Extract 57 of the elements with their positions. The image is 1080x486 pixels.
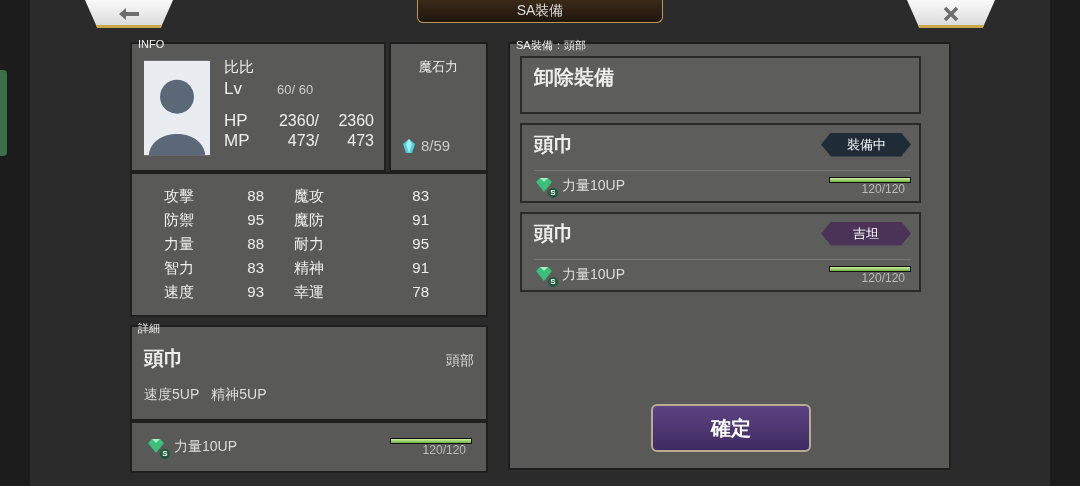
stat-value: 2360/ <box>277 112 319 130</box>
slot-label: 頭部 <box>446 352 474 370</box>
stat-value: 83 <box>246 259 264 278</box>
stat-value: 78 <box>411 283 429 302</box>
magicite-title: 魔石力 <box>419 58 458 76</box>
screen-title: SA裝備 <box>516 2 564 20</box>
equipment-card[interactable]: 頭巾 裝備中 S 力量10UP 120/120 <box>520 123 921 203</box>
stat-value: 93 <box>246 283 264 302</box>
avatar-icon <box>144 58 210 158</box>
stat-label: Lv <box>224 79 243 99</box>
stat-label: 智力 <box>164 259 195 278</box>
item-name: 頭巾 <box>534 132 574 157</box>
stat-label: 防禦 <box>164 211 195 230</box>
item-name: 頭巾 <box>144 346 184 371</box>
magicite-value: 8/59 <box>421 137 451 154</box>
equipment-card[interactable]: 頭巾 吉坦 S 力量10UP 120/120 <box>520 212 921 292</box>
stat-label: 耐力 <box>294 235 325 254</box>
owner-tag: 吉坦 <box>821 221 911 246</box>
panel-label: INFO <box>138 38 165 50</box>
stat-value: 88 <box>246 235 264 254</box>
stat-label: 速度 <box>164 283 195 302</box>
stat-value: 473/ <box>286 132 319 150</box>
ability-text: 力量10UP <box>174 438 239 456</box>
level-value: 60/ 60 <box>277 82 314 97</box>
stat-value: 91 <box>411 259 429 278</box>
stat-value: 95 <box>411 235 429 254</box>
ability-text: 力量10UP <box>562 266 627 284</box>
panel-label: 詳細 <box>138 321 160 336</box>
gauge-reading: 120/120 <box>861 272 905 284</box>
stat-label: HP <box>224 111 249 131</box>
stat-value: 88 <box>246 187 264 206</box>
stat-label: 幸運 <box>294 283 325 302</box>
stat-value: 2360 <box>337 112 374 130</box>
stat-value: 473 <box>346 132 374 150</box>
crystal-icon <box>401 137 417 154</box>
stat-value: 95 <box>246 211 264 230</box>
gauge-reading: 120/120 <box>422 444 466 456</box>
stat-label: 魔防 <box>294 211 325 230</box>
stat-label: MP <box>224 131 251 151</box>
stat-value: 83 <box>411 187 429 206</box>
confirm-button[interactable]: 確定 <box>650 404 811 452</box>
stat-label: 精神 <box>294 259 325 278</box>
panel-label: SA裝備：頭部 <box>516 38 586 53</box>
stat-label: 力量 <box>164 235 195 254</box>
item-name: 頭巾 <box>534 221 574 246</box>
gauge-reading: 120/120 <box>861 183 905 195</box>
owner-tag: 裝備中 <box>821 132 911 157</box>
ability-text: 力量10UP <box>562 177 627 195</box>
unequip-card[interactable]: 卸除裝備 <box>520 56 921 114</box>
stat-value: 91 <box>411 211 429 230</box>
character-name: 比比 <box>224 58 255 77</box>
stat-label: 攻擊 <box>164 187 195 206</box>
back-arrow-icon <box>117 6 141 22</box>
effect-text: 精神5UP <box>211 386 267 404</box>
effect-text: 速度5UP <box>144 386 200 404</box>
unequip-label: 卸除裝備 <box>534 66 614 88</box>
stat-label: 魔攻 <box>294 187 325 206</box>
